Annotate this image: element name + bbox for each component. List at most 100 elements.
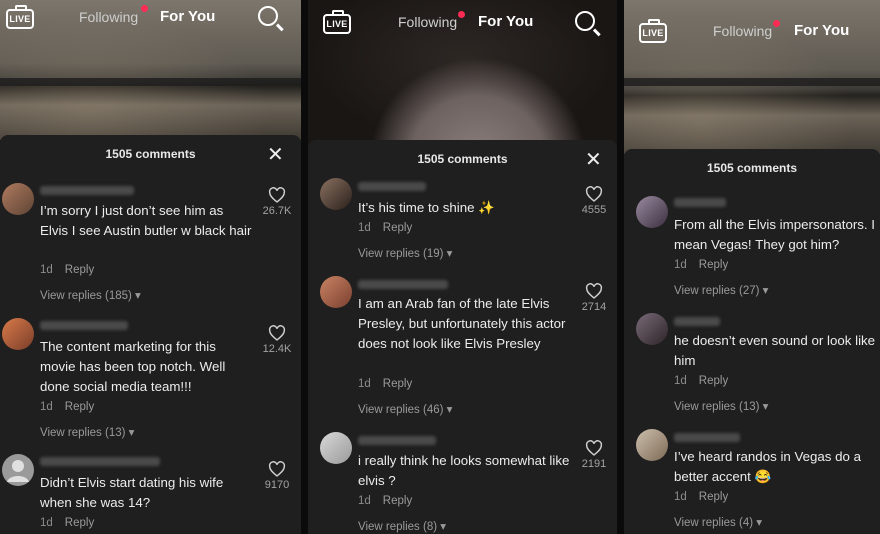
- top-nav: LIVE Following For You: [0, 0, 301, 36]
- comment-age: 1d: [358, 495, 371, 507]
- reply-button[interactable]: Reply: [65, 401, 94, 413]
- comments-sheet: 1505 comments From all the Elvis imperso…: [624, 149, 880, 534]
- avatar[interactable]: [2, 318, 34, 350]
- heart-icon: [268, 187, 286, 203]
- heart-icon: [268, 461, 286, 477]
- view-replies-button[interactable]: View replies (4): [674, 515, 762, 529]
- comment-age: 1d: [674, 491, 687, 503]
- reply-button[interactable]: Reply: [699, 491, 728, 503]
- username[interactable]: [358, 182, 426, 191]
- comment-meta: 1d Reply: [674, 491, 728, 503]
- view-replies-button[interactable]: View replies (13): [674, 399, 768, 413]
- like-count: 26.7K: [262, 205, 292, 217]
- tab-for-you[interactable]: For You: [478, 13, 533, 30]
- view-replies-button[interactable]: View replies (185): [40, 288, 141, 302]
- search-icon[interactable]: [575, 11, 595, 31]
- comment-meta: 1d Reply: [40, 401, 94, 413]
- avatar[interactable]: [320, 178, 352, 210]
- comment-meta: 1d Reply: [674, 375, 728, 387]
- search-icon[interactable]: [258, 6, 278, 26]
- comment-age: 1d: [674, 259, 687, 271]
- reply-button[interactable]: Reply: [383, 222, 412, 234]
- comment-text: I am an Arab fan of the late Elvis Presl…: [358, 296, 566, 351]
- reply-button[interactable]: Reply: [699, 259, 728, 271]
- comment-age: 1d: [40, 264, 53, 276]
- view-replies-button[interactable]: View replies (8): [358, 519, 446, 533]
- avatar[interactable]: [636, 196, 668, 228]
- reply-button[interactable]: Reply: [65, 264, 94, 276]
- comment-age: 1d: [40, 401, 53, 413]
- close-icon[interactable]: ✕: [267, 145, 284, 165]
- view-replies-button[interactable]: View replies (27): [674, 283, 768, 297]
- reply-button[interactable]: Reply: [699, 375, 728, 387]
- avatar[interactable]: [320, 276, 352, 308]
- comment-meta: 1d Reply: [358, 222, 412, 234]
- reply-button[interactable]: Reply: [383, 495, 412, 507]
- username[interactable]: [674, 317, 720, 326]
- heart-icon: [585, 283, 603, 299]
- username[interactable]: [674, 433, 740, 442]
- heart-icon: [585, 440, 603, 456]
- comment-text: The content marketing for this movie has…: [40, 339, 226, 394]
- notification-dot: [458, 11, 465, 18]
- comment-meta: 1d Reply: [358, 495, 412, 507]
- username[interactable]: [40, 321, 128, 330]
- comments-sheet: 1505 comments ✕ I’m sorry I just don’t s…: [0, 135, 301, 534]
- view-replies-button[interactable]: View replies (46): [358, 402, 452, 416]
- username[interactable]: [358, 280, 448, 289]
- comment-meta: 1d Reply: [40, 517, 94, 529]
- avatar[interactable]: [320, 432, 352, 464]
- avatar[interactable]: [2, 454, 34, 486]
- avatar[interactable]: [636, 313, 668, 345]
- view-replies-button[interactable]: View replies (13): [40, 425, 134, 439]
- close-icon[interactable]: ✕: [585, 150, 602, 170]
- tab-for-you[interactable]: For You: [794, 22, 849, 39]
- comment-age: 1d: [358, 378, 371, 390]
- like-button[interactable]: 26.7K: [257, 187, 297, 217]
- comment-text: I’ve heard randos in Vegas do a better a…: [674, 449, 862, 484]
- avatar[interactable]: [636, 429, 668, 461]
- live-icon[interactable]: LIVE: [323, 10, 351, 34]
- comments-count-title: 1505 comments: [105, 147, 196, 161]
- top-nav: LIVE Following For You: [624, 0, 880, 43]
- live-icon[interactable]: LIVE: [6, 5, 34, 29]
- like-count: 2714: [581, 301, 607, 313]
- screenshot-panel-2: LIVE Following For You 1505 comments ✕ I…: [308, 0, 617, 534]
- tab-following[interactable]: Following: [713, 23, 772, 39]
- comment-meta: 1d Reply: [674, 259, 728, 271]
- default-avatar-icon: [7, 460, 29, 482]
- like-count: 4555: [581, 204, 607, 216]
- comments-sheet: 1505 comments ✕ It’s his time to shine ✨…: [308, 140, 617, 534]
- like-count: 9170: [264, 479, 290, 491]
- like-button[interactable]: 2191: [574, 440, 614, 470]
- tab-following[interactable]: Following: [79, 9, 138, 25]
- like-button[interactable]: 12.4K: [257, 325, 297, 355]
- comments-count-title: 1505 comments: [417, 152, 508, 166]
- username[interactable]: [358, 436, 436, 445]
- avatar[interactable]: [2, 183, 34, 215]
- screenshot-panel-3: LIVE Following For You 1505 comments Fro…: [624, 0, 880, 534]
- username[interactable]: [40, 186, 134, 195]
- reply-button[interactable]: Reply: [383, 378, 412, 390]
- tab-following[interactable]: Following: [398, 14, 457, 30]
- view-replies-button[interactable]: View replies (19): [358, 246, 452, 260]
- like-button[interactable]: 4555: [574, 186, 614, 216]
- like-button[interactable]: 2714: [574, 283, 614, 313]
- like-count: 2191: [581, 458, 607, 470]
- notification-dot: [773, 20, 780, 27]
- username[interactable]: [674, 198, 726, 207]
- screenshot-panel-1: LIVE Following For You 1505 comments ✕ I…: [0, 0, 301, 534]
- comment-text: he doesn’t even sound or look like him: [674, 333, 876, 368]
- comments-count-title: 1505 comments: [706, 161, 798, 175]
- comment-text: i really think he looks somewhat like el…: [358, 453, 570, 488]
- like-button[interactable]: 9170: [257, 461, 297, 491]
- comment-text: It’s his time to shine ✨: [358, 200, 495, 215]
- live-icon[interactable]: LIVE: [639, 19, 667, 43]
- comment-age: 1d: [40, 517, 53, 529]
- like-count: 12.4K: [262, 343, 292, 355]
- comment-meta: 1d Reply: [40, 264, 94, 276]
- tab-for-you[interactable]: For You: [160, 8, 215, 25]
- reply-button[interactable]: Reply: [65, 517, 94, 529]
- top-nav: LIVE Following For You: [308, 0, 617, 36]
- username[interactable]: [40, 457, 160, 466]
